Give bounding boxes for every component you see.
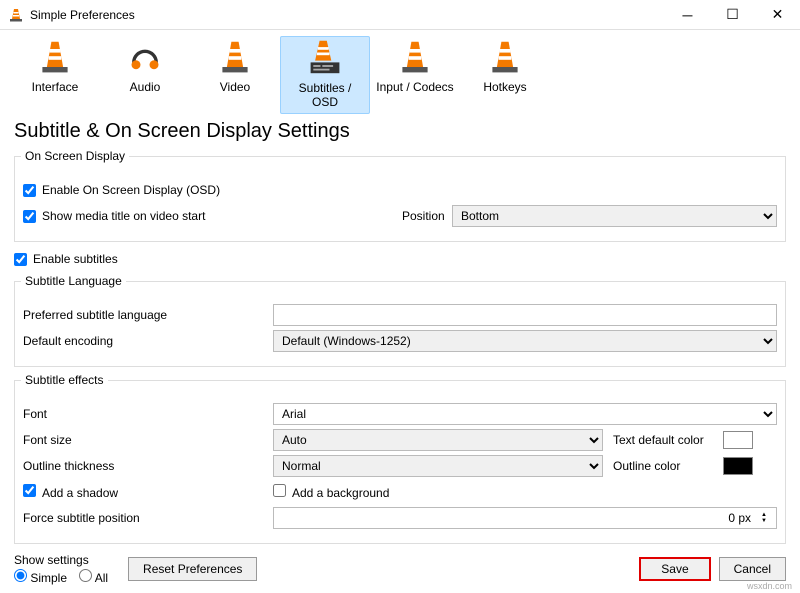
show-title-label: Show media title on video start [42,209,402,223]
show-settings-label: Show settings [14,553,108,567]
pref-lang-label: Preferred subtitle language [23,308,273,322]
cone-icon [487,40,523,76]
force-position-label: Force subtitle position [23,511,273,525]
enable-subtitles-label: Enable subtitles [33,252,118,266]
minimize-button[interactable]: ─ [665,0,710,30]
tab-label: Audio [130,80,161,94]
enable-osd-checkbox[interactable] [23,184,36,197]
footer: Show settings Simple All Reset Preferenc… [14,553,786,585]
simple-radio[interactable] [14,569,27,582]
cone-icon [397,40,433,76]
settings-content: On Screen Display Enable On Screen Displ… [0,149,800,562]
tab-label: Interface [32,80,79,94]
titlebar: Simple Preferences ─ ☐ ✕ [0,0,800,30]
background-label: Add a background [292,486,389,500]
group-osd: On Screen Display Enable On Screen Displ… [14,149,786,242]
tab-input-codecs[interactable]: Input / Codecs [370,36,460,114]
enable-subtitles-checkbox[interactable] [14,253,27,266]
vlc-cone-icon [8,7,24,23]
save-button[interactable]: Save [639,557,710,581]
background-checkbox[interactable] [273,484,286,497]
show-title-checkbox[interactable] [23,210,36,223]
tab-interface[interactable]: Interface [10,36,100,114]
font-size-label: Font size [23,433,273,447]
group-legend: On Screen Display [21,149,129,163]
tab-subtitles-osd[interactable]: Subtitles / OSD [280,36,370,114]
cone-icon [37,40,73,76]
shadow-checkbox[interactable] [23,484,36,497]
enable-osd-label: Enable On Screen Display (OSD) [42,183,220,197]
font-label: Font [23,407,273,421]
group-effects: Subtitle effects Font Arial Font size Au… [14,373,786,544]
group-legend: Subtitle Language [21,274,126,288]
outline-thickness-select[interactable]: Normal [273,455,603,477]
tab-label: Subtitles / OSD [285,81,365,109]
position-label: Position [402,209,452,223]
outline-thickness-label: Outline thickness [23,459,273,473]
cone-icon [217,40,253,76]
tab-label: Input / Codecs [376,80,453,94]
maximize-button[interactable]: ☐ [710,0,755,30]
force-position-input[interactable] [273,507,777,529]
default-encoding-select[interactable]: Default (Windows-1252) [273,330,777,352]
shadow-label: Add a shadow [42,486,118,500]
group-language: Subtitle Language Preferred subtitle lan… [14,274,786,367]
font-select[interactable]: Arial [273,403,777,425]
outline-color-label: Outline color [603,459,723,473]
tab-audio[interactable]: Audio [100,36,190,114]
position-select[interactable]: Bottom [452,205,777,227]
spinner-buttons[interactable]: ▲▼ [761,512,767,524]
close-button[interactable]: ✕ [755,0,800,30]
category-toolbar: Interface Audio Video Subtitles / OSD In… [0,30,800,116]
tab-label: Hotkeys [483,80,526,94]
tab-video[interactable]: Video [190,36,280,114]
tab-hotkeys[interactable]: Hotkeys [460,36,550,114]
headphones-icon [127,40,163,76]
watermark: wsxdn.com [747,581,792,591]
pref-lang-input[interactable] [273,304,777,326]
tab-label: Video [220,80,250,94]
cone-subtitle-icon [307,41,343,77]
cancel-button[interactable]: Cancel [719,557,786,581]
text-color-swatch[interactable] [723,431,753,449]
group-legend: Subtitle effects [21,373,108,387]
font-size-select[interactable]: Auto [273,429,603,451]
show-settings: Show settings Simple All [14,553,108,585]
page-title: Subtitle & On Screen Display Settings [0,116,800,149]
reset-preferences-button[interactable]: Reset Preferences [128,557,257,581]
text-color-label: Text default color [603,433,723,447]
window-title: Simple Preferences [30,8,665,22]
outline-color-swatch[interactable] [723,457,753,475]
all-radio[interactable] [79,569,92,582]
default-encoding-label: Default encoding [23,334,273,348]
